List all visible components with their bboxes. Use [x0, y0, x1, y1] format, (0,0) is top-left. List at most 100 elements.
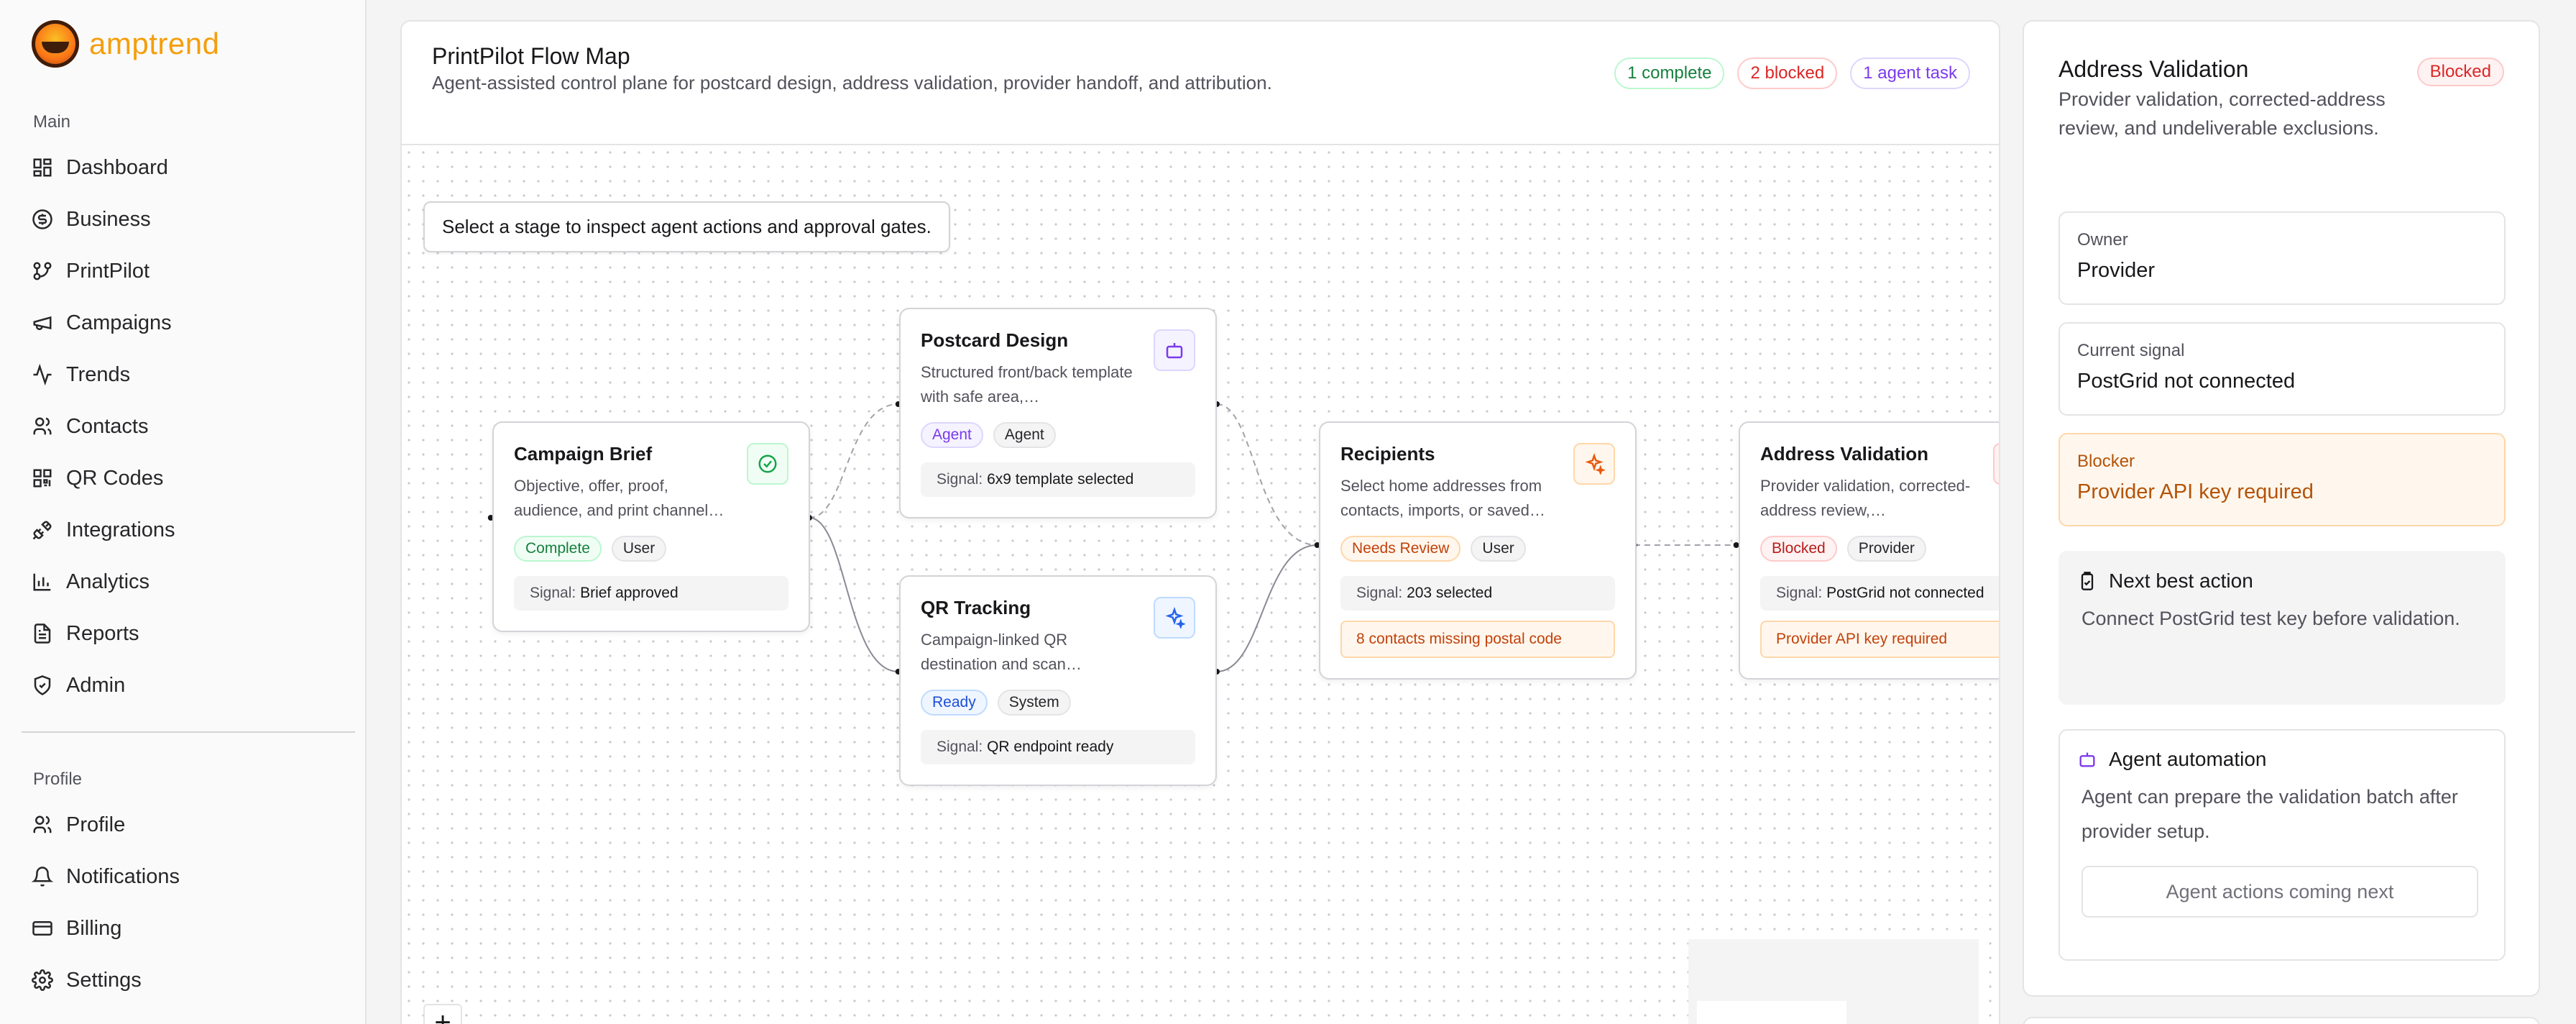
- sidebar-item-qr-codes[interactable]: QR Codes: [32, 458, 348, 498]
- sidebar-item-printpilot[interactable]: PrintPilot: [32, 251, 348, 291]
- megaphone-icon: [33, 316, 52, 330]
- owner-value: Provider: [2077, 259, 2155, 282]
- node-campaign-brief[interactable]: Campaign Brief Objective, offer, proof, …: [492, 421, 810, 632]
- blocker-card: Blocker Provider API key required: [2058, 433, 2506, 526]
- plug-icon: [32, 521, 52, 540]
- node-warning: 8 contacts missing postal code: [1340, 621, 1615, 658]
- sidebar-item-analytics[interactable]: Analytics: [32, 562, 348, 602]
- node-signal: Signal: 6x9 template selected: [921, 462, 1195, 497]
- minimap-viewport[interactable]: [1697, 1001, 1846, 1024]
- gear-icon: [32, 969, 53, 991]
- node-address-validation[interactable]: Address Validation Provider validation, …: [1739, 421, 1999, 680]
- agent-automation-text: Agent can prepare the validation batch a…: [2082, 786, 2458, 842]
- sidebar-divider: [22, 731, 355, 733]
- status-badge: Agent: [921, 422, 983, 448]
- sidebar-item-billing[interactable]: Billing: [32, 908, 348, 948]
- blocker-label: Blocker: [2077, 452, 2135, 471]
- next-best-action-text: Connect PostGrid test key before validat…: [2082, 608, 2460, 629]
- brand-name: amptrend: [89, 27, 220, 60]
- sidebar-item-label: Integrations: [66, 518, 175, 541]
- detail-title: Address Validation: [2058, 56, 2249, 82]
- sidebar: amptrend Main Dashboard Business PrintPi…: [0, 0, 367, 1024]
- brand-logo-icon: [32, 20, 79, 68]
- canvas-hint: Select a stage to inspect agent actions …: [423, 201, 950, 252]
- sidebar-item-notifications[interactable]: Notifications: [32, 856, 348, 897]
- alert-icon: [1993, 443, 1999, 485]
- bar-chart-icon: [33, 573, 51, 591]
- secondary-panel: [2023, 1017, 2540, 1024]
- edge-qr-recipients: [1216, 544, 1317, 672]
- sidebar-item-label: Contacts: [66, 414, 149, 438]
- node-description: Provider validation, corrected-address r…: [1760, 477, 1971, 519]
- credit-card-icon: [32, 921, 52, 936]
- owner-badge: User: [611, 536, 667, 562]
- agent-task-badge: 1 agent task: [1850, 58, 1970, 89]
- check-circle-icon: [747, 443, 788, 485]
- owner-badge: Agent: [993, 422, 1056, 448]
- sidebar-item-label: Reports: [66, 621, 139, 645]
- node-postcard-design[interactable]: Postcard Design Structured front/back te…: [899, 308, 1217, 518]
- status-badge: Ready: [921, 690, 988, 716]
- sidebar-item-label: PrintPilot: [66, 259, 150, 283]
- clipboard-check-icon: [2081, 572, 2094, 590]
- sparkles-icon: [1573, 443, 1615, 485]
- sidebar-item-label: Analytics: [66, 570, 150, 593]
- users-icon: [33, 417, 52, 435]
- node-qr-tracking[interactable]: QR Tracking Campaign-linked QR destinati…: [899, 575, 1217, 786]
- sidebar-item-label: Campaigns: [66, 311, 172, 334]
- node-signal: Signal: PostGrid not connected: [1760, 576, 1999, 611]
- flow-map-header: PrintPilot Flow Map Agent-assisted contr…: [402, 22, 1999, 145]
- sidebar-item-settings[interactable]: Settings: [32, 960, 348, 1000]
- dashboard-icon: [33, 158, 52, 177]
- dollar-icon: [32, 209, 52, 229]
- sidebar-item-label: Settings: [66, 968, 142, 992]
- owner-badge: User: [1471, 536, 1526, 562]
- sidebar-item-reports[interactable]: Reports: [32, 613, 348, 654]
- activity-icon: [33, 364, 52, 385]
- status-badge: Blocked: [1760, 536, 1837, 562]
- blocked-count-badge: 2 blocked: [1737, 58, 1838, 89]
- node-signal: Signal: 203 selected: [1340, 576, 1615, 611]
- sparkles-icon: [1154, 597, 1195, 639]
- complete-count-badge: 1 complete: [1614, 58, 1725, 89]
- edge-brief-design: [809, 403, 898, 518]
- bot-icon: [1154, 329, 1195, 371]
- zoom-in-button[interactable]: +: [423, 1004, 462, 1024]
- node-warning: Provider API key required: [1760, 621, 1999, 658]
- brand[interactable]: amptrend: [32, 20, 219, 68]
- current-signal-card: Current signal PostGrid not connected: [2058, 322, 2506, 416]
- sidebar-item-business[interactable]: Business: [32, 199, 348, 239]
- owner-badge: System: [997, 690, 1071, 716]
- current-signal-value: PostGrid not connected: [2077, 370, 2296, 393]
- owner-card: Owner Provider: [2058, 211, 2506, 305]
- sidebar-item-label: Business: [66, 207, 151, 231]
- node-signal: Signal: Brief approved: [514, 576, 788, 611]
- detail-description: Provider validation, corrected-address r…: [2058, 88, 2386, 139]
- flow-map-panel: PrintPilot Flow Map Agent-assisted contr…: [400, 20, 2000, 1024]
- node-description: Campaign-linked QR destination and scan…: [921, 631, 1082, 673]
- summary-badges: 1 complete 2 blocked 1 agent task: [1614, 58, 1970, 89]
- sidebar-item-profile[interactable]: Profile: [32, 805, 348, 845]
- sidebar-item-dashboard[interactable]: Dashboard: [32, 147, 348, 188]
- flow-canvas[interactable]: Select a stage to inspect agent actions …: [402, 145, 1999, 1024]
- node-recipients[interactable]: Recipients Select home addresses from co…: [1319, 421, 1637, 680]
- sidebar-item-label: Admin: [66, 673, 126, 697]
- stage-detail-panel: Address Validation Blocked Provider vali…: [2023, 20, 2540, 997]
- sidebar-item-label: Dashboard: [66, 155, 168, 179]
- nav-section-main: Main: [33, 112, 71, 132]
- sidebar-item-integrations[interactable]: Integrations: [32, 510, 348, 550]
- sidebar-item-campaigns[interactable]: Campaigns: [32, 303, 348, 343]
- minimap[interactable]: [1688, 939, 1979, 1024]
- page-subtitle: Agent-assisted control plane for postcar…: [432, 72, 1272, 93]
- edge-design-recipients: [1216, 403, 1317, 546]
- sidebar-item-label: Profile: [66, 813, 126, 836]
- sidebar-item-contacts[interactable]: Contacts: [32, 406, 348, 447]
- owner-label: Owner: [2077, 230, 2128, 250]
- sidebar-item-label: QR Codes: [66, 466, 164, 490]
- status-badge: Needs Review: [1340, 536, 1461, 562]
- sidebar-item-admin[interactable]: Admin: [32, 665, 348, 705]
- blocker-value: Provider API key required: [2077, 480, 2314, 503]
- agent-actions-button[interactable]: Agent actions coming next: [2082, 866, 2478, 918]
- users-icon: [33, 815, 52, 833]
- sidebar-item-trends[interactable]: Trends: [32, 355, 348, 395]
